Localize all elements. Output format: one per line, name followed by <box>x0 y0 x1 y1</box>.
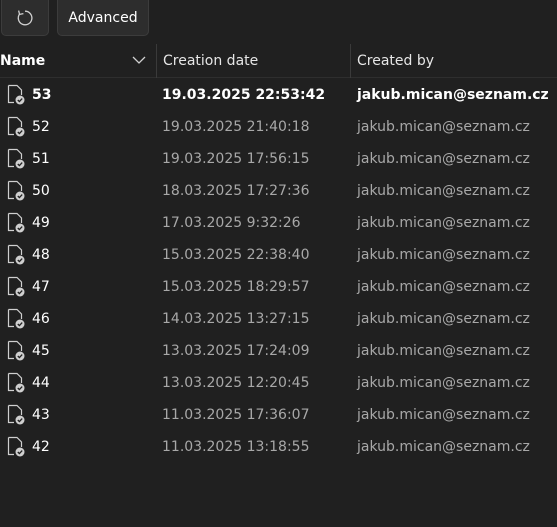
row-creation-date: 15.03.2025 22:38:40 <box>162 247 310 263</box>
row-created-by: jakub.mican@seznam.cz <box>357 375 530 391</box>
row-name: 44 <box>32 375 50 391</box>
document-check-icon <box>7 116 25 137</box>
row-creation-date: 17.03.2025 9:32:26 <box>162 215 301 231</box>
row-creation-date: 19.03.2025 17:56:15 <box>162 151 310 167</box>
list-item[interactable]: 44 13.03.2025 12:20:45 jakub.mican@sezna… <box>0 367 557 399</box>
document-check-icon-cell <box>6 431 28 463</box>
row-creation-date: 11.03.2025 17:36:07 <box>162 407 310 423</box>
row-name: 43 <box>32 407 50 423</box>
column-header-name[interactable]: Name <box>0 44 156 78</box>
list-item[interactable]: 53 19.03.2025 22:53:42 jakub.mican@sezna… <box>0 79 557 111</box>
list-item[interactable]: 50 18.03.2025 17:27:36 jakub.mican@sezna… <box>0 175 557 207</box>
document-check-icon-cell <box>6 239 28 271</box>
row-name: 45 <box>32 343 50 359</box>
document-check-icon <box>7 308 25 329</box>
row-created-by: jakub.mican@seznam.cz <box>357 215 530 231</box>
row-created-by: jakub.mican@seznam.cz <box>357 311 530 327</box>
row-name: 52 <box>32 119 50 135</box>
document-check-icon-cell <box>6 303 28 335</box>
column-header-created-by-label: Created by <box>357 53 435 69</box>
document-check-icon-cell <box>6 367 28 399</box>
advanced-button[interactable]: Advanced <box>57 0 149 36</box>
row-creation-date: 18.03.2025 17:27:36 <box>162 183 310 199</box>
list-item[interactable]: 51 19.03.2025 17:56:15 jakub.mican@sezna… <box>0 143 557 175</box>
document-check-icon <box>7 180 25 201</box>
row-created-by: jakub.mican@seznam.cz <box>357 279 530 295</box>
list-item[interactable]: 43 11.03.2025 17:36:07 jakub.mican@sezna… <box>0 399 557 431</box>
row-creation-date: 14.03.2025 13:27:15 <box>162 311 310 327</box>
row-name: 48 <box>32 247 50 263</box>
list-item[interactable]: 47 15.03.2025 18:29:57 jakub.mican@sezna… <box>0 271 557 303</box>
column-header-creation-date-label: Creation date <box>163 53 259 69</box>
document-check-icon-cell <box>6 143 28 175</box>
document-check-icon <box>7 276 25 297</box>
list-item[interactable]: 49 17.03.2025 9:32:26 jakub.mican@seznam… <box>0 207 557 239</box>
chevron-down-icon[interactable] <box>132 55 146 65</box>
document-check-icon-cell <box>6 175 28 207</box>
row-name: 47 <box>32 279 50 295</box>
document-check-icon <box>7 84 25 105</box>
row-creation-date: 13.03.2025 12:20:45 <box>162 375 310 391</box>
document-check-icon-cell <box>6 111 28 143</box>
column-header-creation-date[interactable]: Creation date <box>156 44 350 78</box>
toolbar: Advanced <box>0 0 557 40</box>
row-created-by: jakub.mican@seznam.cz <box>357 183 530 199</box>
document-check-icon-cell <box>6 79 28 111</box>
document-check-icon <box>7 436 25 457</box>
column-header-created-by[interactable]: Created by <box>350 44 557 78</box>
column-header: Name Creation date Created by <box>0 44 557 78</box>
row-created-by: jakub.mican@seznam.cz <box>357 247 530 263</box>
document-check-icon-cell <box>6 399 28 431</box>
list-item[interactable]: 48 15.03.2025 22:38:40 jakub.mican@sezna… <box>0 239 557 271</box>
row-creation-date: 19.03.2025 21:40:18 <box>162 119 310 135</box>
version-list: 53 19.03.2025 22:53:42 jakub.mican@sezna… <box>0 79 557 463</box>
refresh-icon <box>17 9 33 25</box>
document-check-icon <box>7 340 25 361</box>
row-name: 46 <box>32 311 50 327</box>
list-item[interactable]: 52 19.03.2025 21:40:18 jakub.mican@sezna… <box>0 111 557 143</box>
row-creation-date: 19.03.2025 22:53:42 <box>162 87 326 103</box>
document-check-icon <box>7 212 25 233</box>
row-created-by: jakub.mican@seznam.cz <box>357 439 530 455</box>
row-creation-date: 13.03.2025 17:24:09 <box>162 343 310 359</box>
list-item[interactable]: 42 11.03.2025 13:18:55 jakub.mican@sezna… <box>0 431 557 463</box>
row-name: 51 <box>32 151 50 167</box>
document-check-icon <box>7 372 25 393</box>
row-name: 53 <box>32 87 52 103</box>
document-check-icon <box>7 244 25 265</box>
row-name: 49 <box>32 215 50 231</box>
row-created-by: jakub.mican@seznam.cz <box>357 407 530 423</box>
row-name: 50 <box>32 183 50 199</box>
row-created-by: jakub.mican@seznam.cz <box>357 119 530 135</box>
row-creation-date: 11.03.2025 13:18:55 <box>162 439 310 455</box>
document-check-icon <box>7 404 25 425</box>
row-name: 42 <box>32 439 50 455</box>
column-header-name-label: Name <box>0 53 46 69</box>
advanced-button-label: Advanced <box>68 9 138 26</box>
row-created-by: jakub.mican@seznam.cz <box>357 343 530 359</box>
refresh-button[interactable] <box>1 0 49 36</box>
document-check-icon-cell <box>6 271 28 303</box>
row-created-by: jakub.mican@seznam.cz <box>357 87 549 103</box>
list-item[interactable]: 45 13.03.2025 17:24:09 jakub.mican@sezna… <box>0 335 557 367</box>
row-created-by: jakub.mican@seznam.cz <box>357 151 530 167</box>
document-check-icon-cell <box>6 207 28 239</box>
document-check-icon <box>7 148 25 169</box>
document-check-icon-cell <box>6 335 28 367</box>
list-item[interactable]: 46 14.03.2025 13:27:15 jakub.mican@sezna… <box>0 303 557 335</box>
row-creation-date: 15.03.2025 18:29:57 <box>162 279 310 295</box>
